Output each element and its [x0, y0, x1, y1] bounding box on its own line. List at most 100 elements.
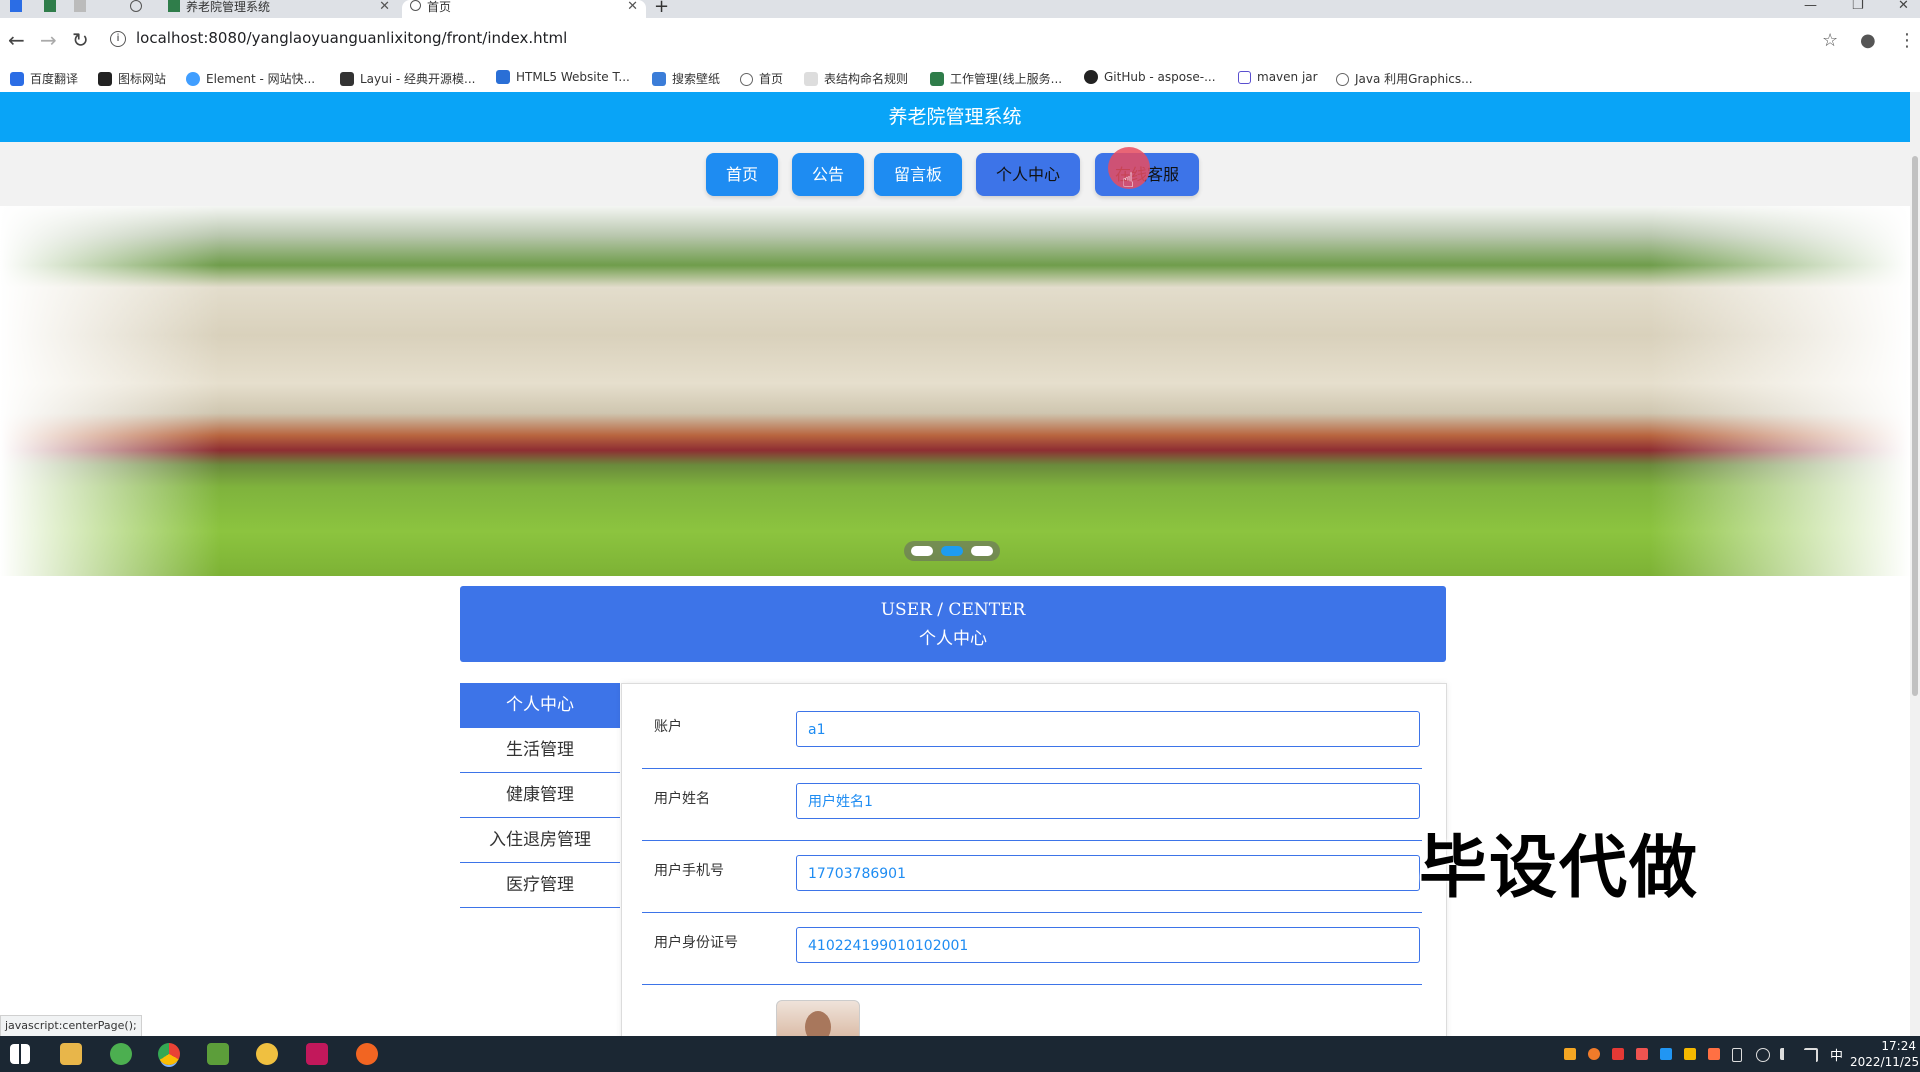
app-yellow-icon[interactable]	[256, 1043, 278, 1065]
carousel-dot[interactable]	[911, 546, 933, 556]
wifi-icon[interactable]	[1804, 1048, 1818, 1062]
idcard-input[interactable]: 410224199010102001	[796, 927, 1420, 963]
app-green-icon[interactable]	[110, 1043, 132, 1065]
watermark-text: 毕设代做	[1419, 829, 1700, 908]
account-label: 账户	[654, 719, 682, 735]
element-icon	[186, 72, 200, 86]
globe-icon	[410, 0, 421, 11]
bookmark-item[interactable]: 表结构命名规则	[804, 70, 908, 87]
app-orange-icon[interactable]	[356, 1043, 378, 1065]
phone-input[interactable]: 17703786901	[796, 855, 1420, 891]
scrollbar-thumb[interactable]	[1912, 156, 1918, 696]
tray-icon[interactable]	[1660, 1048, 1672, 1060]
intellij-icon[interactable]	[306, 1043, 328, 1065]
banner-carousel[interactable]	[0, 206, 1910, 576]
main-nav: 首页 公告 留言板 个人中心 在线客服	[0, 142, 1910, 206]
site-title: 养老院管理系统	[888, 106, 1022, 128]
bookmark-item[interactable]: 首页	[740, 70, 783, 87]
file-explorer-icon[interactable]	[60, 1043, 82, 1065]
clock[interactable]: 17:24 2022/11/25	[1850, 1038, 1920, 1070]
bookmark-item[interactable]: 图标网站	[98, 70, 166, 87]
tray-icon[interactable]	[1564, 1048, 1576, 1060]
chrome-icon[interactable]	[158, 1043, 180, 1065]
bookmark-item[interactable]: Layui - 经典开源模...	[340, 70, 475, 87]
account-input[interactable]: a1	[796, 711, 1420, 747]
banner-fade-left	[0, 206, 220, 576]
user-info-form: 账户 a1 用户姓名 用户姓名1 用户手机号 17703786901 用户身份证…	[621, 683, 1447, 1045]
usb-icon[interactable]	[1732, 1048, 1742, 1062]
close-window-icon[interactable]: ✕	[1898, 0, 1909, 13]
bookmark-item[interactable]: Java 利用Graphics...	[1336, 70, 1473, 87]
browser-status-bar: javascript:centerPage();	[0, 1015, 142, 1037]
tab-home[interactable]: 首页 ✕	[402, 0, 646, 18]
close-tab-icon[interactable]: ✕	[379, 0, 390, 14]
new-tab-button[interactable]: +	[654, 0, 674, 18]
bookmark-item[interactable]: HTML5 Website T...	[496, 70, 630, 84]
volume-icon[interactable]	[1780, 1048, 1790, 1060]
section-title-box: USER / CENTER 个人中心	[460, 586, 1446, 662]
bookmark-item[interactable]: 百度翻译	[10, 70, 78, 87]
bookmark-item[interactable]: GitHub - aspose-...	[1084, 70, 1216, 84]
start-icon[interactable]	[10, 1044, 30, 1064]
side-item-checkin[interactable]: 入住退房管理	[460, 818, 620, 863]
github-icon	[1084, 70, 1098, 84]
form-row-account: 账户 a1	[642, 696, 1422, 769]
bookmark-item[interactable]: 搜索壁纸	[652, 70, 720, 87]
clock-time: 17:24	[1881, 1039, 1916, 1053]
nav-home-button[interactable]: 首页	[706, 153, 778, 196]
section-title-cn: 个人中心	[919, 629, 987, 649]
name-input[interactable]: 用户姓名1	[796, 783, 1420, 819]
globe-tab-icon[interactable]	[130, 0, 150, 18]
carousel-dot[interactable]	[971, 546, 993, 556]
app-icon[interactable]	[10, 0, 30, 18]
site-header: 养老院管理系统	[0, 92, 1910, 142]
menu-icon[interactable]: ⋮	[1898, 30, 1916, 51]
taskbar: 中 17:24 2022/11/25	[0, 1036, 1920, 1072]
tray-icon[interactable]	[1708, 1048, 1720, 1060]
hexagon-icon	[1238, 71, 1251, 84]
bookmark-item[interactable]: 工作管理(线上服务...	[930, 70, 1062, 87]
close-tab-icon[interactable]: ✕	[627, 0, 638, 14]
ime-indicator[interactable]: 中	[1830, 1045, 1843, 1064]
wallpaper-icon	[652, 72, 666, 86]
tray-icon[interactable]	[1636, 1048, 1648, 1060]
side-item-medical[interactable]: 医疗管理	[460, 863, 620, 908]
address-bar[interactable]: i localhost:8080/yanglaoyuanguanlixitong/…	[110, 23, 1810, 53]
html5-icon	[496, 70, 510, 84]
nav-message-board-button[interactable]: 留言板	[874, 153, 962, 196]
carousel-indicators	[904, 541, 1000, 561]
tray-icon[interactable]	[1612, 1048, 1624, 1060]
tray-icon[interactable]	[1588, 1048, 1600, 1060]
profile-icon[interactable]: ●	[1860, 30, 1876, 51]
notepad-icon[interactable]	[207, 1043, 229, 1065]
tab-yanglaoyuan[interactable]: 养老院管理系统 ✕	[168, 0, 398, 18]
tray-icon[interactable]	[1684, 1048, 1696, 1060]
network-icon[interactable]	[1756, 1048, 1770, 1062]
doc-icon	[804, 72, 818, 86]
vue-icon	[930, 72, 944, 86]
forward-icon[interactable]: →	[40, 28, 57, 52]
minimize-icon[interactable]: —	[1804, 0, 1817, 13]
bookmark-item[interactable]: maven jar	[1238, 70, 1318, 84]
layui-icon	[340, 72, 354, 86]
clock-date: 2022/11/25	[1850, 1055, 1920, 1069]
idcard-label: 用户身份证号	[654, 935, 738, 951]
back-icon[interactable]: ←	[8, 28, 25, 52]
reload-icon[interactable]: ↻	[72, 28, 89, 52]
side-item-health[interactable]: 健康管理	[460, 773, 620, 818]
globe-icon	[740, 73, 753, 86]
phone-label: 用户手机号	[654, 863, 724, 879]
carousel-dot-active[interactable]	[941, 546, 963, 556]
side-item-user-center[interactable]: 个人中心	[460, 683, 620, 728]
site-info-icon[interactable]: i	[110, 30, 126, 47]
doc-tab-icon[interactable]	[74, 0, 94, 18]
vue-tab-icon[interactable]	[44, 0, 64, 18]
nav-user-center-button[interactable]: 个人中心	[976, 153, 1080, 196]
side-menu: 个人中心 生活管理 健康管理 入住退房管理 医疗管理	[460, 683, 620, 908]
icon-site-icon	[98, 72, 112, 86]
bookmark-item[interactable]: Element - 网站快...	[186, 70, 315, 87]
bookmark-star-icon[interactable]: ☆	[1822, 30, 1838, 51]
side-item-life[interactable]: 生活管理	[460, 728, 620, 773]
restore-icon[interactable]: ❐	[1852, 0, 1864, 13]
nav-notice-button[interactable]: 公告	[792, 153, 864, 196]
